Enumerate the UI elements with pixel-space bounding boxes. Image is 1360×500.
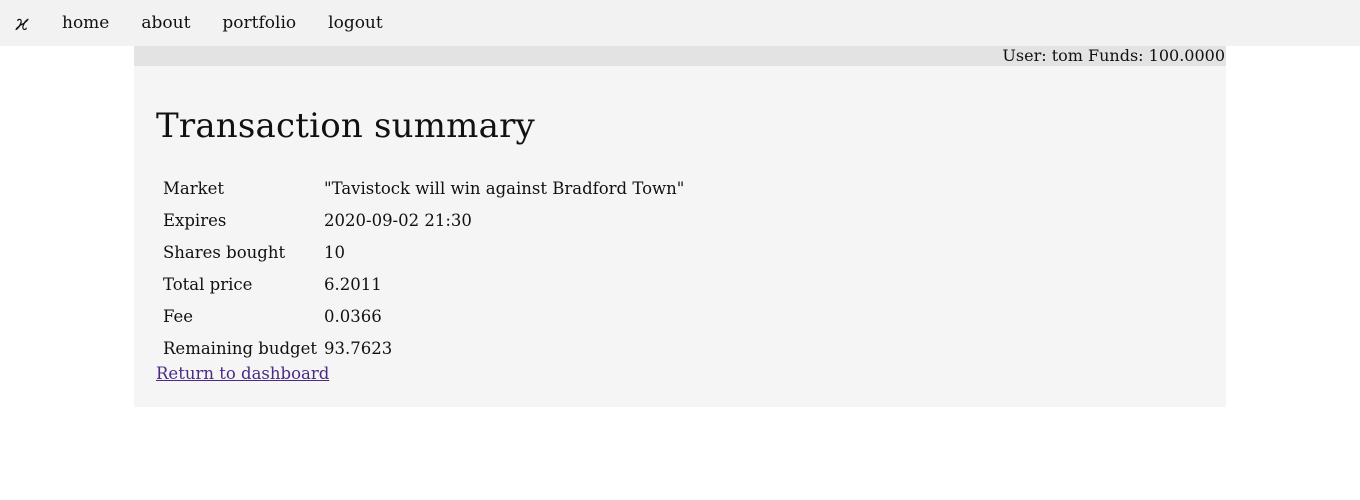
table-row: Market "Tavistock will win against Bradf… — [163, 172, 684, 204]
row-value-market: "Tavistock will win against Bradford Tow… — [324, 178, 685, 198]
row-value-expires: 2020-09-02 21:30 — [324, 210, 472, 230]
row-value-fee: 0.0366 — [324, 306, 382, 326]
row-label-fee: Fee — [163, 306, 194, 326]
table-row: Expires 2020-09-02 21:30 — [163, 204, 684, 236]
row-value-shares-bought: 10 — [324, 242, 345, 262]
page-title: Transaction summary — [156, 106, 535, 146]
user-funds-bar: User: tom Funds: 100.0000 — [134, 46, 1226, 66]
row-value-remaining-budget: 93.7623 — [324, 338, 393, 358]
return-to-dashboard-link[interactable]: Return to dashboard — [156, 364, 329, 383]
transaction-summary-panel: Transaction summary Market "Tavistock wi… — [134, 66, 1226, 407]
nav-logout-link[interactable]: logout — [312, 0, 399, 46]
table-row: Shares bought 10 — [163, 236, 684, 268]
user-funds-text: User: tom Funds: 100.0000 — [1002, 46, 1225, 65]
table-row: Total price 6.2011 — [163, 268, 684, 300]
nav-about-link[interactable]: about — [125, 0, 206, 46]
row-label-market: Market — [163, 178, 225, 198]
row-label-total-price: Total price — [163, 274, 253, 294]
row-label-shares-bought: Shares bought — [163, 242, 286, 262]
site-logo[interactable]: ϰ — [0, 0, 44, 46]
top-navbar: ϰ home about portfolio logout — [0, 0, 1360, 46]
row-label-remaining-budget: Remaining budget — [163, 338, 317, 358]
row-value-total-price: 6.2011 — [324, 274, 382, 294]
table-row: Fee 0.0366 — [163, 300, 684, 332]
row-label-expires: Expires — [163, 210, 227, 230]
nav-home-link[interactable]: home — [44, 0, 125, 46]
transaction-summary-table: Market "Tavistock will win against Bradf… — [156, 172, 691, 364]
nav-portfolio-link[interactable]: portfolio — [206, 0, 312, 46]
table-row: Remaining budget 93.7623 — [163, 332, 684, 364]
